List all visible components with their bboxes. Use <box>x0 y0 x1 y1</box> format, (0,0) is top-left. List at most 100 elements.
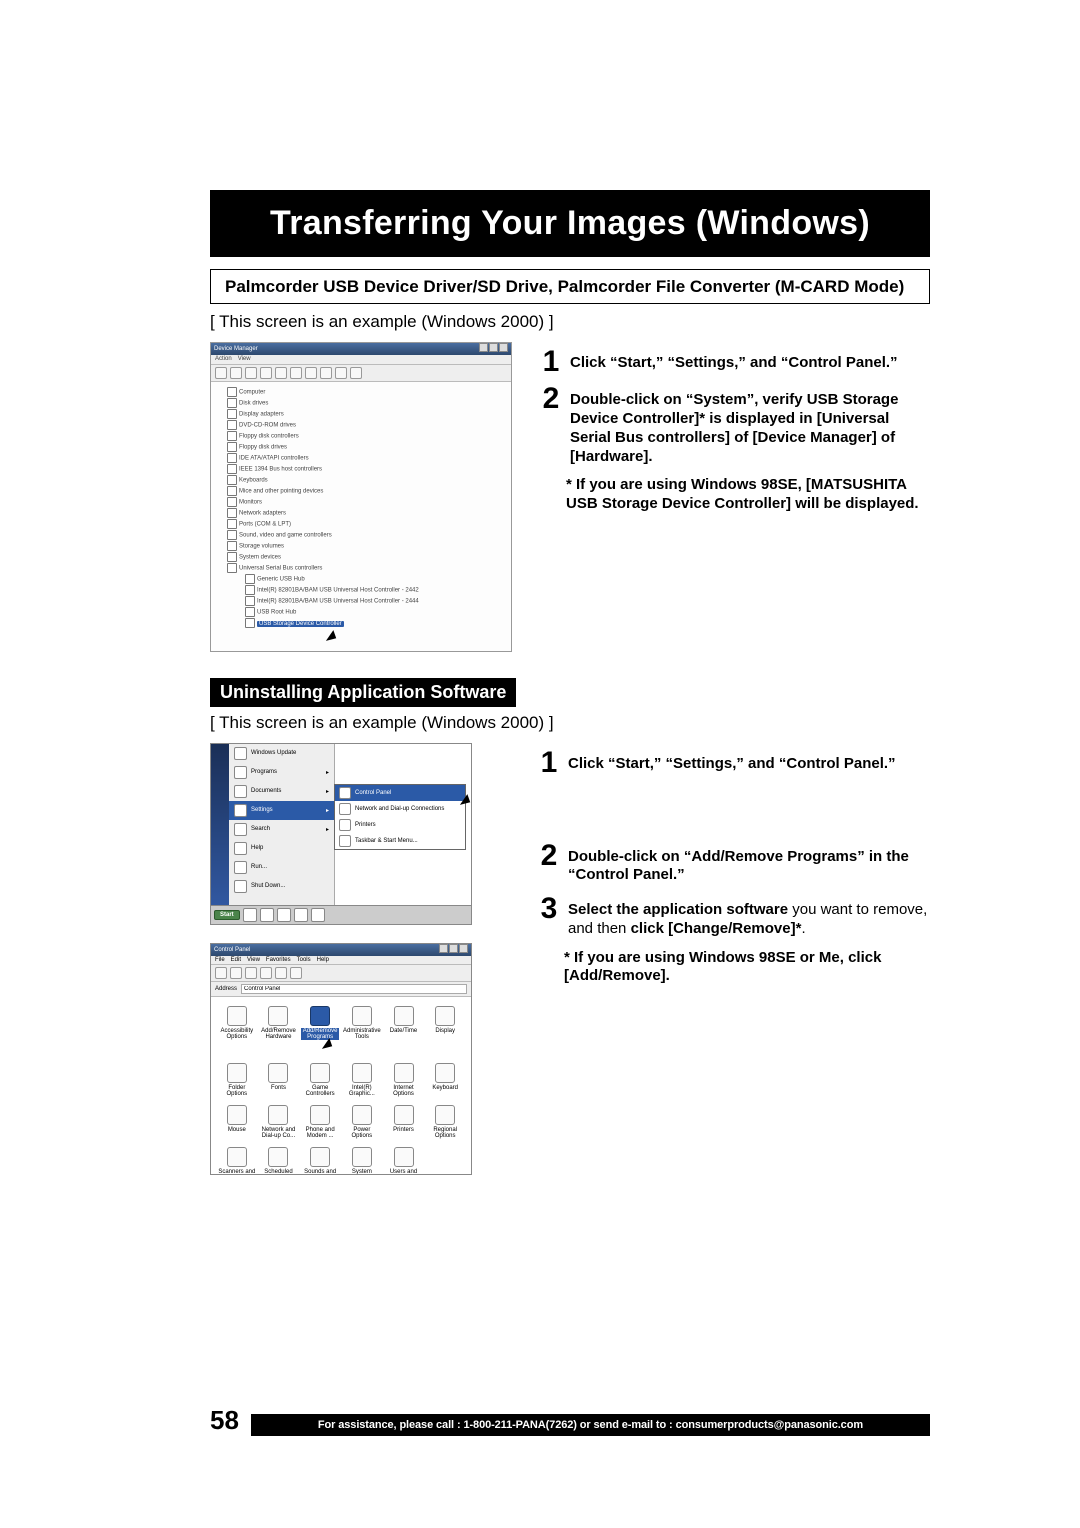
control-panel-item: Add/Remove Programs <box>300 1003 340 1058</box>
settings-flyout: Control PanelNetwork and Dial-up Connect… <box>334 784 466 850</box>
start-menu-item-label: Settings <box>251 807 273 813</box>
start-menu-item-label: Run... <box>251 864 267 870</box>
tree-item: Intel(R) 82801BA/BAM USB Universal Host … <box>217 584 505 595</box>
steps-b: 1 Click “Start,” “Settings,” and “Contro… <box>538 743 930 993</box>
control-panel-item: Mouse <box>217 1102 257 1142</box>
step-text: Select the application software you want… <box>568 895 930 939</box>
flyout-item-label: Network and Dial-up Connections <box>355 806 444 812</box>
control-panel-item-icon <box>352 1147 372 1167</box>
start-menu-item-label: Search <box>251 826 270 832</box>
control-panel-item-icon <box>352 1063 372 1083</box>
device-icon <box>245 607 255 617</box>
window-titlebar: Device Manager <box>211 343 511 355</box>
control-panel-item-label: Users and Passwords <box>385 1169 423 1175</box>
device-icon <box>227 541 237 551</box>
control-panel-item: Regional Options <box>425 1102 465 1142</box>
device-icon <box>227 475 237 485</box>
device-icon <box>227 508 237 518</box>
page-footer: 58 For assistance, please call : 1-800-2… <box>210 1405 930 1436</box>
device-icon <box>245 596 255 606</box>
toolbar-icon <box>260 367 272 379</box>
section-heading-uninstall: Uninstalling Application Software <box>210 678 516 707</box>
tree-item: Floppy disk controllers <box>217 430 505 441</box>
step-number: 1 <box>540 348 562 375</box>
caption-a: [ This screen is an example (Windows 200… <box>210 312 930 332</box>
control-panel-item-icon <box>227 1147 247 1167</box>
toolbar-icon <box>335 367 347 379</box>
cursor-icon <box>322 1038 335 1053</box>
control-panel-item-label: Intel(R) Graphic... <box>343 1085 381 1097</box>
control-panel-item: Date/Time <box>384 1003 424 1058</box>
control-panel-item-icon <box>394 1105 414 1125</box>
control-panel-item-icon <box>227 1105 247 1125</box>
control-panel-item-icon <box>268 1006 288 1026</box>
tree-label: Monitors <box>239 500 262 506</box>
toolbar-icon <box>215 967 227 979</box>
tree-item: DVD-CD-ROM drives <box>217 419 505 430</box>
start-menu-item: Documents▸ <box>229 782 334 801</box>
control-panel-item: Folder Options <box>217 1060 257 1100</box>
control-panel-item-label: Fonts <box>271 1085 286 1091</box>
device-manager-screenshot-wrap: Device Manager Action View <box>210 342 512 651</box>
flyout-item-icon <box>339 787 351 799</box>
section-a: Device Manager Action View <box>210 342 930 651</box>
control-panel-item: Sounds and Multimedia <box>300 1144 340 1175</box>
tree-label: Disk drives <box>239 401 268 407</box>
control-panel-item-icon <box>227 1006 247 1026</box>
control-panel-item-label: Phone and Modem ... <box>301 1127 339 1139</box>
control-panel-item-label: Scheduled Tasks <box>260 1169 298 1175</box>
toolbar-icon <box>275 367 287 379</box>
tree-label: USB Root Hub <box>257 610 296 616</box>
start-menu-items: Windows UpdatePrograms▸Documents▸Setting… <box>229 744 335 906</box>
toolbar-icon <box>350 367 362 379</box>
control-panel-item: System <box>342 1144 382 1175</box>
start-menu-item: Help <box>229 839 334 858</box>
step-text: Click “Start,” “Settings,” and “Control … <box>568 749 930 774</box>
control-panel-item-icon <box>268 1147 288 1167</box>
control-panel-item-label: Display <box>435 1028 455 1034</box>
menu-item: File <box>215 957 225 963</box>
control-panel-item-icon <box>435 1105 455 1125</box>
tree-label: Keyboards <box>239 478 268 484</box>
control-panel-item-icon <box>435 1006 455 1026</box>
start-menu-item: Settings▸ <box>229 801 334 820</box>
start-menu-item: Windows Update <box>229 744 334 763</box>
control-panel-item-label: Keyboard <box>432 1085 458 1091</box>
toolbar-icon <box>290 967 302 979</box>
tree-item: Network adapters <box>217 507 505 518</box>
tree-item: Storage volumes <box>217 540 505 551</box>
control-panel-item: Phone and Modem ... <box>300 1102 340 1142</box>
device-icon <box>227 563 237 573</box>
control-panel-item-icon <box>310 1063 330 1083</box>
toolbar-icon <box>230 967 242 979</box>
control-panel-item-label: System <box>352 1169 372 1175</box>
control-panel-item-label: Printers <box>393 1127 414 1133</box>
menu-item: View <box>238 356 251 363</box>
start-menu-item-icon <box>234 766 247 779</box>
tree-item: Disk drives <box>217 397 505 408</box>
tray-icon <box>260 908 274 922</box>
window-titlebar: Control Panel <box>211 944 471 956</box>
control-panel-item-icon <box>310 1006 330 1026</box>
menu-item: Help <box>317 957 329 963</box>
tree-item: Keyboards <box>217 474 505 485</box>
device-icon <box>227 387 237 397</box>
control-panel-item-icon <box>352 1105 372 1125</box>
assistance-strip: For assistance, please call : 1-800-211-… <box>251 1414 930 1436</box>
step-text: Double-click on “Add/Remove Programs” in… <box>568 842 930 886</box>
boxed-subtitle: Palmcorder USB Device Driver/SD Drive, P… <box>210 269 930 304</box>
device-icon <box>227 530 237 540</box>
menu-item: Edit <box>231 957 241 963</box>
tree-label: Network adapters <box>239 511 286 517</box>
control-panel-item-icon <box>352 1006 372 1026</box>
control-panel-item: Printers <box>384 1102 424 1142</box>
control-panel-item-label: Mouse <box>228 1127 246 1133</box>
control-panel-item: Intel(R) Graphic... <box>342 1060 382 1100</box>
device-icon <box>227 519 237 529</box>
flyout-item: Taskbar & Start Menu... <box>335 833 465 849</box>
toolbar-icon <box>275 967 287 979</box>
tree-item: Monitors <box>217 496 505 507</box>
control-panel-item-icon <box>268 1063 288 1083</box>
address-bar: Address <box>211 982 471 997</box>
toolbar-icon <box>245 367 257 379</box>
